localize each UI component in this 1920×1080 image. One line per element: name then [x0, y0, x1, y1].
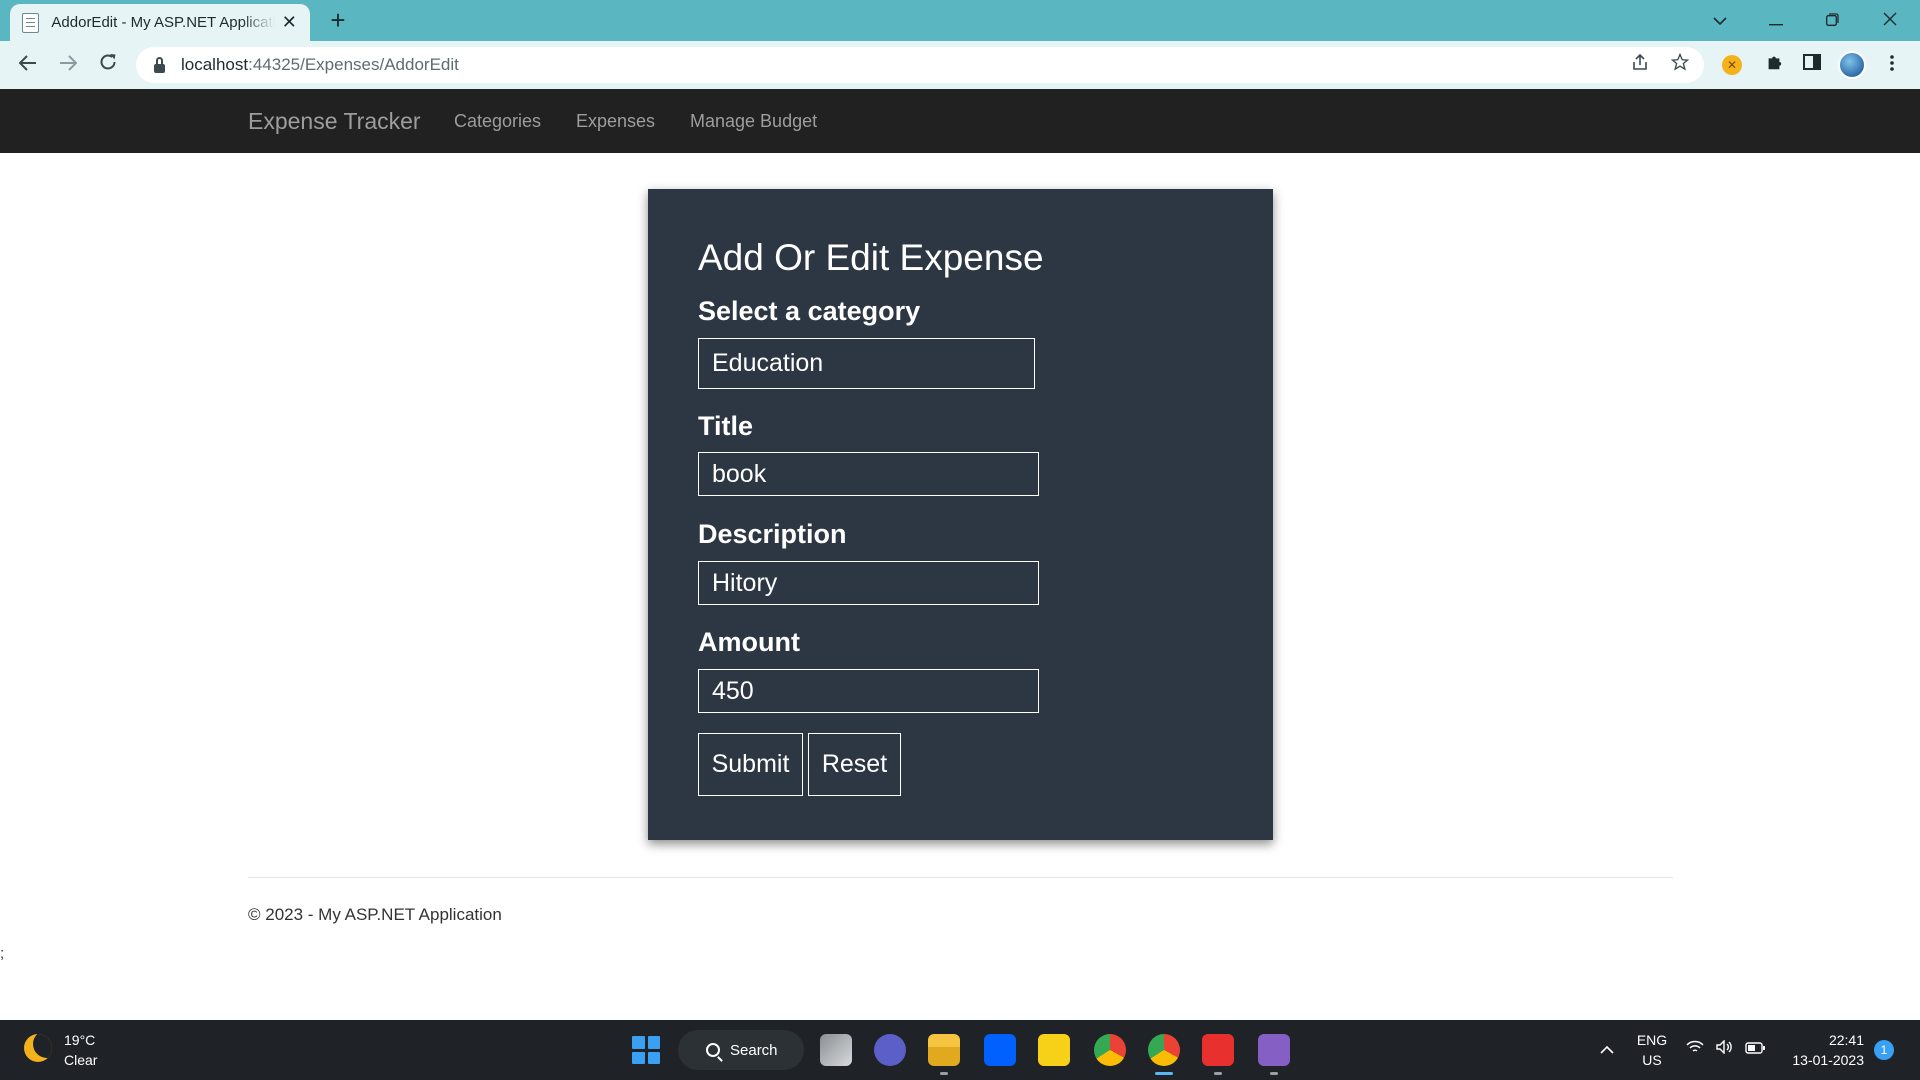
amount-input[interactable] [698, 669, 1039, 713]
running-indicator [1214, 1072, 1222, 1075]
stray-semicolon: ; [0, 945, 5, 962]
navbar-brand[interactable]: Expense Tracker [248, 108, 421, 135]
forward-button[interactable] [54, 51, 82, 79]
notification-badge[interactable]: 1 [1874, 1040, 1894, 1060]
nav-link-manage-budget[interactable]: Manage Budget [690, 111, 817, 132]
running-indicator [1270, 1072, 1278, 1075]
url-path: :44325/Expenses/AddorEdit [248, 55, 459, 74]
dropbox-icon[interactable] [984, 1034, 1016, 1066]
footer-divider [248, 877, 1673, 878]
bookmark-star-icon[interactable] [1666, 51, 1694, 79]
clock-date[interactable]: 13-01-2023 [1768, 1052, 1864, 1068]
kebab-menu-icon[interactable] [1878, 51, 1906, 79]
tab-title: AddorEdit - My ASP.NET Application [51, 14, 275, 31]
language-bottom[interactable]: US [1632, 1052, 1672, 1068]
tab-search-chevron-icon[interactable] [1700, 6, 1740, 34]
extension-icon[interactable]: ✕ [1722, 55, 1742, 75]
anydesk-icon[interactable] [1202, 1034, 1234, 1066]
tab-close-icon[interactable]: ✕ [281, 12, 298, 33]
restore-button[interactable] [1812, 6, 1852, 34]
description-label: Description [698, 519, 847, 549]
side-panel-icon[interactable] [1798, 51, 1826, 79]
nav-link-expenses[interactable]: Expenses [576, 111, 655, 132]
active-indicator [1155, 1072, 1173, 1075]
windows-start-icon[interactable] [630, 1034, 662, 1066]
weather-condition: Clear [64, 1052, 98, 1068]
moon-weather-icon[interactable] [24, 1034, 52, 1062]
battery-icon[interactable] [1744, 1040, 1766, 1060]
browser-toolbar: localhost:44325/Expenses/AddorEdit ✕ [0, 41, 1920, 89]
share-icon[interactable] [1626, 51, 1654, 79]
title-label: Title [698, 411, 754, 441]
back-button[interactable] [14, 51, 42, 79]
minimize-button[interactable] [1756, 6, 1796, 34]
address-bar[interactable]: localhost:44325/Expenses/AddorEdit [136, 47, 1704, 83]
volume-icon[interactable] [1714, 1039, 1736, 1060]
taskbar-search[interactable]: Search [678, 1030, 804, 1070]
description-input[interactable] [698, 561, 1039, 605]
browser-tab-active[interactable]: AddorEdit - My ASP.NET Application ✕ [10, 4, 310, 41]
chrome-icon[interactable] [1094, 1034, 1126, 1066]
puzzle-icon[interactable] [1760, 51, 1788, 79]
amount-label: Amount [698, 627, 800, 657]
task-view-icon[interactable] [820, 1034, 852, 1066]
language-top[interactable]: ENG [1632, 1032, 1672, 1048]
title-input[interactable] [698, 452, 1039, 496]
lock-icon[interactable] [154, 56, 165, 73]
submit-button[interactable]: Submit [698, 733, 803, 796]
page-favicon-icon [22, 12, 40, 33]
windows-taskbar: 19°C Clear Search ENG US 22:41 13-01-202… [0, 1020, 1920, 1080]
file-explorer-icon[interactable] [928, 1034, 960, 1066]
search-icon [706, 1043, 720, 1057]
category-select[interactable] [698, 338, 1035, 389]
form-title: Add Or Edit Expense [698, 237, 1044, 278]
sticky-notes-icon[interactable] [1038, 1034, 1070, 1066]
visual-studio-icon[interactable] [1258, 1034, 1290, 1066]
chevron-up-icon[interactable] [1596, 1040, 1618, 1060]
taskbar-search-label: Search [730, 1041, 778, 1059]
running-indicator [940, 1072, 948, 1075]
close-window-button[interactable] [1870, 6, 1910, 34]
clock-time[interactable]: 22:41 [1768, 1032, 1864, 1048]
reset-button[interactable]: Reset [808, 733, 901, 796]
reload-button[interactable] [94, 51, 122, 79]
footer-copyright: © 2023 - My ASP.NET Application [248, 905, 502, 924]
category-label: Select a category [698, 296, 921, 326]
chrome-active-icon[interactable] [1148, 1034, 1180, 1066]
teams-chat-icon[interactable] [874, 1034, 906, 1066]
browser-tabstrip: AddorEdit - My ASP.NET Application ✕ + [0, 0, 1920, 41]
wifi-icon[interactable] [1684, 1040, 1706, 1060]
expense-form-card: Add Or Edit Expense Select a category Ti… [648, 189, 1273, 840]
profile-avatar[interactable] [1838, 51, 1866, 79]
app-navbar: Expense Tracker Categories Expenses Mana… [0, 89, 1920, 153]
nav-link-categories[interactable]: Categories [454, 111, 541, 132]
weather-temperature: 19°C [64, 1032, 96, 1048]
new-tab-button[interactable]: + [324, 6, 352, 34]
url-host: localhost [181, 55, 249, 74]
